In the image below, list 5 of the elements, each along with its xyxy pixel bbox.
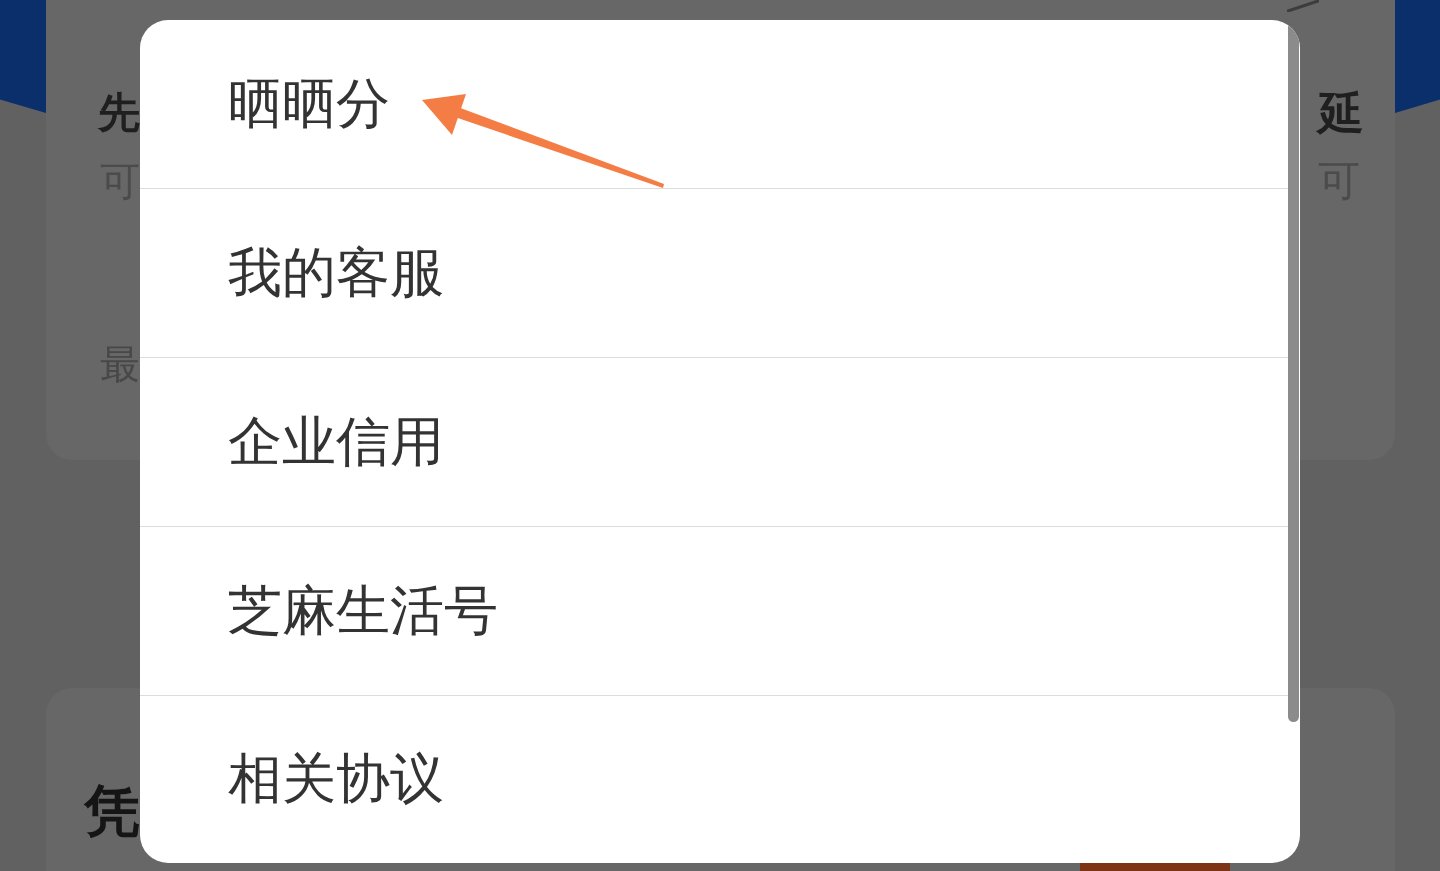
card-heading: 先 — [98, 92, 140, 134]
slash-icon — [1287, 0, 1319, 12]
card-title: 凭 — [84, 783, 140, 839]
card-heading: 延 — [1318, 90, 1364, 136]
menu-item[interactable]: 相关协议 — [140, 696, 1288, 863]
